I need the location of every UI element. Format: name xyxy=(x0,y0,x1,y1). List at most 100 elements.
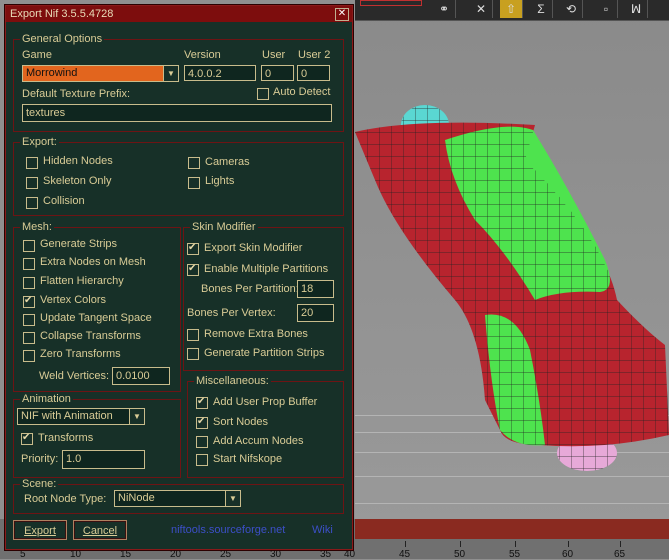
transforms-label: Transforms xyxy=(38,432,94,444)
tick-label: 45 xyxy=(399,549,411,560)
export-skin-checkbox[interactable] xyxy=(187,242,199,255)
collapse-transforms-label: Collapse Transforms xyxy=(40,330,141,342)
lights-label: Lights xyxy=(205,175,235,187)
animation-mode-select[interactable]: NIF with Animation ▼ xyxy=(17,408,145,425)
rotate-icon[interactable]: ⟲ xyxy=(560,0,583,18)
cancel-button[interactable]: Cancel xyxy=(73,520,127,540)
tick-label: 35 xyxy=(320,549,332,560)
texture-prefix-field[interactable]: textures xyxy=(22,104,332,122)
transforms-checkbox[interactable] xyxy=(21,432,33,445)
accum-nodes-checkbox[interactable] xyxy=(196,436,208,448)
root-node-type-select[interactable]: NiNode ▼ xyxy=(114,490,241,507)
mesh-model xyxy=(355,105,669,471)
user-prop-buffer-label: Add User Prop Buffer xyxy=(213,396,318,408)
extra-nodes-label: Extra Nodes on Mesh xyxy=(40,256,146,268)
user2-label: User 2 xyxy=(298,49,331,61)
selection-field[interactable] xyxy=(360,0,422,6)
chevron-down-icon[interactable]: ▼ xyxy=(163,66,178,81)
texture-prefix-label: Default Texture Prefix: xyxy=(22,88,131,100)
group-legend: Export: xyxy=(20,136,59,148)
priority-field[interactable]: 1.0 xyxy=(62,450,145,469)
weld-vertices-label: Weld Vertices: xyxy=(39,370,110,382)
flatten-hierarchy-checkbox[interactable] xyxy=(23,277,35,289)
group-legend: General Options xyxy=(20,33,105,45)
tick-label: 60 xyxy=(562,549,574,560)
time-slider[interactable] xyxy=(355,519,669,539)
remove-extra-bones-checkbox[interactable] xyxy=(187,329,199,341)
priority-label: Priority: xyxy=(21,453,59,465)
auto-detect-checkbox[interactable] xyxy=(257,88,269,100)
skeleton-only-checkbox[interactable] xyxy=(26,177,38,189)
user2-field[interactable]: 0 xyxy=(297,65,330,81)
vertex-colors-label: Vertex Colors xyxy=(40,294,107,306)
cameras-label: Cameras xyxy=(205,156,250,168)
collision-label: Collision xyxy=(43,195,85,207)
move-icon[interactable]: Σ xyxy=(530,0,553,18)
sort-nodes-label: Sort Nodes xyxy=(213,416,269,428)
tick-label: 65 xyxy=(614,549,626,560)
remove-extra-bones-label: Remove Extra Bones xyxy=(204,328,308,340)
hidden-nodes-checkbox[interactable] xyxy=(26,157,38,169)
version-field[interactable]: 4.0.0.2 xyxy=(184,65,256,81)
skeleton-only-label: Skeleton Only xyxy=(43,175,112,187)
unlink-icon[interactable]: ✕ xyxy=(470,0,493,18)
bones-per-vertex-field[interactable]: 20 xyxy=(297,304,334,322)
generate-strips-checkbox[interactable] xyxy=(23,240,35,252)
tick-label: 40 xyxy=(344,549,356,560)
weld-vertices-field[interactable]: 0.0100 xyxy=(112,367,170,385)
start-nifskope-label: Start Nifskope xyxy=(213,453,283,465)
group-legend: Animation xyxy=(20,393,73,405)
cameras-checkbox[interactable] xyxy=(188,157,200,169)
root-node-type-label: Root Node Type: xyxy=(24,493,107,505)
bones-per-partition-field[interactable]: 18 xyxy=(297,280,334,298)
collision-checkbox[interactable] xyxy=(26,197,38,209)
user-prop-buffer-checkbox[interactable] xyxy=(196,396,208,409)
user-field[interactable]: 0 xyxy=(261,65,294,81)
viewport-3d[interactable] xyxy=(355,0,669,559)
auto-detect-label: Auto Detect xyxy=(273,86,331,98)
update-tangent-checkbox[interactable] xyxy=(23,314,35,326)
close-button[interactable]: ✕ xyxy=(335,8,349,21)
tick-label: 5 xyxy=(20,549,26,560)
collapse-transforms-checkbox[interactable] xyxy=(23,332,35,344)
group-legend: Mesh: xyxy=(20,221,54,233)
partition-strips-label: Generate Partition Strips xyxy=(204,347,325,359)
chevron-down-icon[interactable]: ▼ xyxy=(129,409,144,424)
chevron-down-icon[interactable]: ▼ xyxy=(225,491,240,506)
zero-transforms-checkbox[interactable] xyxy=(23,350,35,362)
tick-label: 15 xyxy=(120,549,132,560)
extra-nodes-checkbox[interactable] xyxy=(23,258,35,270)
group-legend: Skin Modifier xyxy=(190,221,258,233)
multi-partitions-checkbox[interactable] xyxy=(187,263,199,276)
tick-label: 55 xyxy=(509,549,521,560)
scale-icon[interactable]: ▫ xyxy=(595,0,618,18)
start-nifskope-checkbox[interactable] xyxy=(196,454,208,466)
snap-icon[interactable]: ꟽ xyxy=(625,0,648,18)
tick-label: 20 xyxy=(170,549,182,560)
bones-per-partition-label: Bones Per Partition: xyxy=(201,283,299,295)
wiki-link[interactable]: Wiki xyxy=(312,524,333,536)
link-icon[interactable]: ⚭ xyxy=(433,0,456,18)
update-tangent-label: Update Tangent Space xyxy=(40,312,152,324)
hidden-nodes-label: Hidden Nodes xyxy=(43,155,113,167)
tick-label: 30 xyxy=(270,549,282,560)
vertex-colors-checkbox[interactable] xyxy=(23,295,35,308)
niftools-link[interactable]: niftools.sourceforge.net xyxy=(171,524,285,536)
tick-label: 10 xyxy=(70,549,82,560)
toolbar: ⚭ ✕ ⇧ Σ ⟲ ▫ ꟽ xyxy=(355,0,669,21)
game-select[interactable]: Morrowind ▼ xyxy=(22,65,179,82)
version-label: Version xyxy=(184,49,221,61)
tick-label: 25 xyxy=(220,549,232,560)
lights-checkbox[interactable] xyxy=(188,177,200,189)
dialog-title: Export Nif 3.5.5.4728 xyxy=(10,8,114,20)
export-button[interactable]: Export xyxy=(13,520,67,540)
export-skin-label: Export Skin Modifier xyxy=(204,242,303,254)
title-bar[interactable]: Export Nif 3.5.5.4728 ✕ xyxy=(6,6,352,22)
flatten-hierarchy-label: Flatten Hierarchy xyxy=(40,275,124,287)
zero-transforms-label: Zero Transforms xyxy=(40,348,121,360)
partition-strips-checkbox[interactable] xyxy=(187,348,199,360)
sort-nodes-checkbox[interactable] xyxy=(196,416,208,429)
bones-per-vertex-label: Bones Per Vertex: xyxy=(187,307,276,319)
game-label: Game xyxy=(22,49,52,61)
select-icon[interactable]: ⇧ xyxy=(500,0,523,18)
